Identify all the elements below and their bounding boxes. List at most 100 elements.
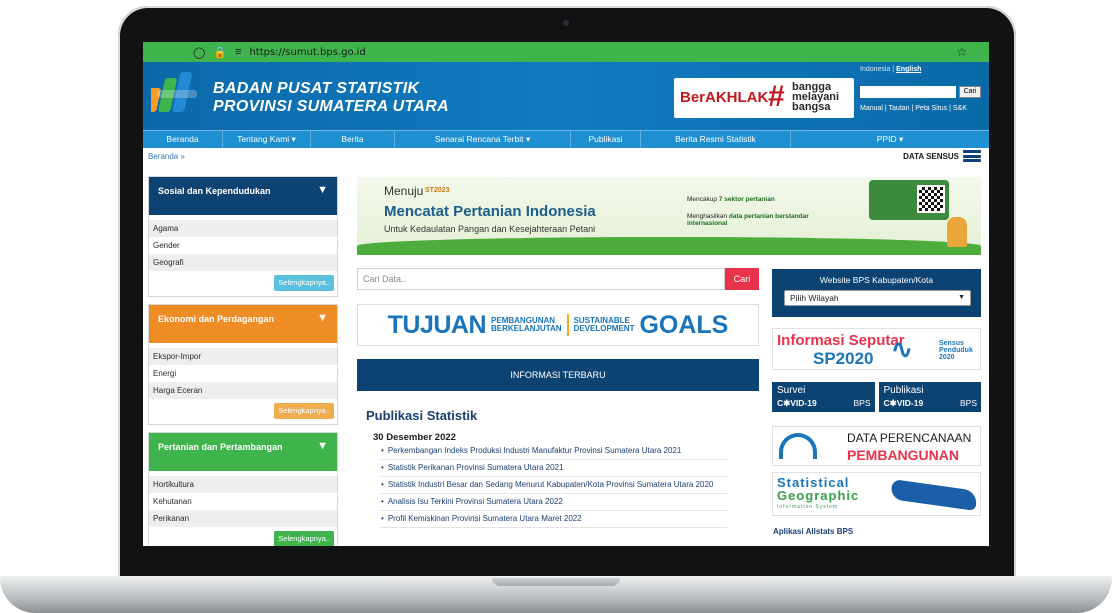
right-column: Website BPS Kabupaten/Kota Pilih Wilayah… — [772, 269, 981, 536]
address-bar[interactable]: ◯ 🔒 ≡ https://sumut.bps.go.id ☆ — [143, 42, 989, 62]
list-item[interactable]: Gender — [149, 237, 337, 254]
list-item[interactable]: Agama — [149, 220, 337, 237]
gauge-icon — [779, 433, 817, 459]
berakhlak-logo: BerAKHLAK — [680, 89, 769, 106]
allstats-heading[interactable]: Aplikasi Allstats BPS — [772, 527, 981, 536]
berakhlak-banner: BerAKHLAK # bangga melayani bangsa — [674, 78, 854, 118]
bps-logo-icon[interactable] — [151, 70, 205, 118]
site-title-line1[interactable]: BADAN PUSAT STATISTIK — [213, 80, 419, 98]
st2023-logo: ST2023 — [425, 187, 450, 194]
hill-graphic — [357, 237, 981, 255]
url-text[interactable]: https://sumut.bps.go.id — [249, 47, 365, 58]
nav-item-berita[interactable]: Berita — [311, 131, 395, 148]
banner-menuju: Menuju — [384, 184, 424, 198]
panel-title: Ekonomi dan Perdagangan — [158, 314, 275, 324]
publikasi-list: Perkembangan Indeks Produksi Industri Ma… — [357, 443, 727, 528]
triangle-down-icon[interactable]: ▼ — [317, 185, 328, 196]
lang-indonesia[interactable]: Indonesia — [860, 66, 890, 73]
permissions-icon: ≡ — [235, 46, 242, 58]
bookmark-star-icon[interactable]: ☆ — [956, 45, 967, 59]
chevron-down-icon: ▼ — [958, 294, 965, 301]
survei-covid-button[interactable]: Survei C✱VID-19 BPS — [772, 382, 875, 412]
publikasi-covid-button[interactable]: Publikasi C✱VID-19 BPS — [878, 382, 981, 412]
panel-title: Pertanian dan Pertambangan — [158, 442, 283, 452]
qr-code-icon — [917, 185, 945, 213]
header-links[interactable]: Manual | Tautan | Peta Situs | S&K — [860, 105, 967, 112]
selengkapnya-button[interactable]: Selengkapnya.. — [274, 531, 334, 546]
nav-item-ppid[interactable]: PPID ▾ — [791, 131, 989, 148]
publikasi-date: 30 Desember 2022 — [373, 432, 456, 443]
header-search-input[interactable] — [860, 86, 956, 98]
berakhlak-tagline: bangga melayani bangsa — [792, 81, 840, 113]
laptop-notch — [492, 578, 620, 586]
search-button[interactable]: Cari — [725, 268, 759, 290]
data-sensus-menu[interactable]: DATA SENSUS — [903, 150, 981, 162]
wilayah-select[interactable]: Pilih Wilayah ▼ — [784, 290, 971, 306]
sp-year: SP2020 — [813, 349, 874, 368]
site-title-line2[interactable]: PROVINSI SUMATERA UTARA — [213, 98, 449, 116]
list-item[interactable]: Kehutanan — [149, 493, 337, 510]
list-item[interactable]: Profil Kemiskinan Provinsi Sumatera Utar… — [381, 511, 727, 528]
webcam — [563, 20, 569, 26]
banner-point-1: Mencakup 7 sektor pertanian — [687, 196, 775, 203]
main-column: Cari Data.. Cari TUJUAN PEMBANGUNAN BERKE… — [357, 268, 759, 528]
browser-screen: ◯ 🔒 ≡ https://sumut.bps.go.id ☆ BADAN PU… — [143, 42, 989, 546]
publikasi-heading: Publikasi Statistik — [366, 408, 478, 423]
panel-header[interactable]: Ekonomi dan Perdagangan ▼ — [149, 305, 337, 343]
nav-item-tentang-kami[interactable]: Tentang Kami ▾ — [223, 131, 311, 148]
banner-headline: Mencatat Pertanian Indonesia — [384, 203, 596, 220]
lock-icon: 🔒 — [213, 46, 228, 59]
data-perencanaan-banner[interactable]: DATA PERENCANAAN PEMBANGUNAN — [772, 426, 981, 466]
data-search: Cari Data.. Cari — [357, 268, 759, 290]
panel-header[interactable]: Pertanian dan Pertambangan ▼ — [149, 433, 337, 471]
nav-item-publikasi[interactable]: Publikasi — [571, 131, 641, 148]
list-item[interactable]: Energi — [149, 365, 337, 382]
st2023-banner[interactable]: Menuju ST2023 Mencatat Pertanian Indones… — [357, 177, 981, 255]
header-search-button[interactable]: Cari — [959, 86, 981, 98]
panel-header[interactable]: Sosial dan Kependudukan ▼ — [149, 177, 337, 215]
sidebar: Sosial dan Kependudukan ▼ Agama Gender G… — [148, 176, 338, 546]
info-terbaru-header: INFORMASI TERBARU — [357, 359, 759, 391]
sgis-banner[interactable]: Statistical Geographic Information Syste… — [772, 472, 981, 516]
hamburger-icon[interactable] — [963, 150, 981, 162]
list-item[interactable]: Statistik Perikanan Provinsi Sumatera Ut… — [381, 460, 727, 477]
sgis-title-2: Geographic — [777, 488, 860, 503]
list-item[interactable]: Ekspor-Impor — [149, 348, 337, 365]
sidebar-panel-pertanian: Pertanian dan Pertambangan ▼ Hortikultur… — [148, 432, 338, 546]
sidebar-panel-sosial: Sosial dan Kependudukan ▼ Agama Gender G… — [148, 176, 338, 297]
list-item[interactable]: Statistik Industri Besar dan Sedang Menu… — [381, 477, 727, 494]
divider — [566, 314, 569, 336]
triangle-down-icon[interactable]: ▼ — [317, 441, 328, 452]
banner-point-2: Menghasilkan data pertanian berstandar i… — [687, 213, 809, 227]
main-nav: Beranda Tentang Kami ▾ Berita Senarai Re… — [143, 130, 989, 148]
kabupaten-title: Website BPS Kabupaten/Kota — [819, 275, 934, 285]
breadcrumb[interactable]: Beranda » — [148, 152, 185, 161]
sp2020-logo-icon: ∿ — [891, 334, 913, 364]
lang-english[interactable]: English — [896, 66, 921, 73]
triangle-down-icon[interactable]: ▼ — [317, 313, 328, 324]
sp2020-banner[interactable]: Informasi Seputar SP2020 ∿ Sensus Pendudu… — [772, 328, 981, 370]
nav-item-brs[interactable]: Berita Resmi Statistik — [641, 131, 791, 148]
sdg-goals: GOALS — [639, 310, 729, 339]
list-item[interactable]: Perkembangan Indeks Produksi Industri Ma… — [381, 443, 727, 460]
site-header: BADAN PUSAT STATISTIK PROVINSI SUMATERA … — [143, 62, 989, 130]
search-input[interactable]: Cari Data.. — [357, 268, 725, 290]
panel-title: Sosial dan Kependudukan — [158, 186, 271, 196]
list-item[interactable]: Perikanan — [149, 510, 337, 527]
language-switch: Indonesia | English — [860, 66, 921, 73]
shield-icon: ◯ — [193, 46, 206, 59]
nav-item-beranda[interactable]: Beranda — [143, 131, 223, 148]
list-item[interactable]: Analisis Isu Terkini Provinsi Sumatera U… — [381, 494, 727, 511]
nav-item-senarai[interactable]: Senarai Rencana Terbit ▾ — [395, 131, 571, 148]
selengkapnya-button[interactable]: Selengkapnya.. — [274, 403, 334, 419]
indonesia-map-icon — [890, 479, 978, 511]
sp-label: Sensus Penduduk 2020 — [939, 340, 973, 361]
list-item[interactable]: Harga Eceran — [149, 382, 337, 399]
breadcrumb-bar: Beranda » DATA SENSUS — [143, 148, 989, 168]
list-item[interactable]: Geografi — [149, 254, 337, 271]
sdg-sustainable: SUSTAINABLE DEVELOPMENT — [573, 316, 635, 333]
sdgs-banner[interactable]: TUJUAN PEMBANGUNAN BERKELANJUTAN SUSTAINA… — [357, 304, 759, 346]
dp-title: DATA PERENCANAAN — [847, 431, 972, 445]
list-item[interactable]: Hortikultura — [149, 476, 337, 493]
selengkapnya-button[interactable]: Selengkapnya.. — [274, 275, 334, 291]
